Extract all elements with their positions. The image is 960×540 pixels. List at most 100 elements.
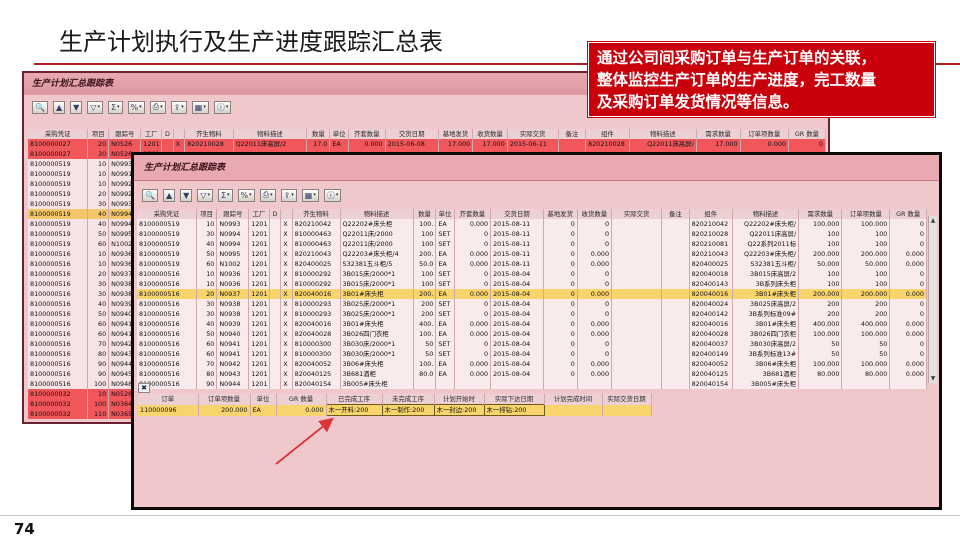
column-header[interactable]: 需求数量 <box>798 209 843 219</box>
table-row[interactable]: 110000096 200.000 EA 0.000 木一开料:200 木一制作:200 木… <box>138 404 652 416</box>
table-row[interactable]: 8100000519 60 N1002 1201 X 820400025 S32381五斗柜… <box>137 259 927 269</box>
column-header[interactable]: 收货数量 <box>472 129 508 139</box>
table-cell <box>661 379 690 389</box>
scroll-up-icon[interactable]: ▲ <box>929 216 937 225</box>
column-header[interactable] <box>173 129 186 139</box>
info-button[interactable]: ⓘ ▾ <box>323 188 342 202</box>
table-row[interactable]: 8100000516 60 N0941 1201 X 810000300 3B030床/20… <box>137 339 927 349</box>
column-header[interactable]: 芥套数量 <box>454 209 492 219</box>
column-header[interactable]: 项目 <box>87 129 110 139</box>
column-header[interactable]: 计划开始时 <box>434 394 485 405</box>
column-header[interactable]: D <box>161 129 174 139</box>
column-header[interactable]: 已完成工序 <box>326 394 383 405</box>
column-header[interactable]: 单位 <box>250 394 277 405</box>
column-header[interactable]: 备注 <box>661 209 690 219</box>
column-header[interactable]: 物料描述 <box>629 129 697 139</box>
column-header[interactable]: 数量 <box>413 209 437 219</box>
print-button[interactable]: ⎙ ▾ <box>149 100 166 114</box>
print-button[interactable]: ⎙ ▾ <box>259 188 276 202</box>
triangle-down-button[interactable]: ▼ <box>70 100 83 114</box>
table-row[interactable]: 8100000516 70 N0942 1201 X 820040052 3B06#床头柜 1… <box>137 359 927 369</box>
table-row[interactable]: 8100000516 50 N0940 1201 X 820040028 3B026四门衣柜… <box>137 329 927 339</box>
column-header[interactable]: 项目 <box>196 209 218 219</box>
table-row[interactable]: 8100000516 10 N0936 1201 X 810000292 3B015床/20… <box>137 269 927 279</box>
column-header[interactable]: 工厂 <box>248 209 270 219</box>
column-header[interactable]: 芥生物料 <box>184 129 234 139</box>
layout-button[interactable]: ▦ ▾ <box>191 100 209 114</box>
column-header[interactable]: 采购凭证 <box>137 209 197 219</box>
column-header[interactable]: 实际交货 <box>611 209 663 219</box>
column-header[interactable] <box>280 209 293 219</box>
filter-button[interactable]: ▽ ▾ <box>87 100 103 114</box>
column-header[interactable]: 收货数量 <box>577 209 613 219</box>
table-row[interactable]: 8100000516 40 N0939 1201 X 820040016 3B01#床头柜 4… <box>137 319 927 329</box>
table-row[interactable]: 8100000516 30 N0938 1201 X 810000293 3B025床/20… <box>137 309 927 319</box>
column-header[interactable]: 工厂 <box>140 129 163 139</box>
table-row[interactable]: 8100000519 40 N0994 1201 X 810000463 Q22011床/2… <box>137 239 927 249</box>
column-header[interactable]: 需求数量 <box>696 129 741 139</box>
subtotal-button[interactable]: % ▾ <box>127 100 145 114</box>
close-detail-icon[interactable]: ✖ <box>138 383 150 393</box>
column-header[interactable]: 交货日期 <box>490 209 544 219</box>
table-row[interactable]: 8100000516 80 N0943 1201 X 820040125 3B681酒柜 80… <box>137 369 927 379</box>
column-header[interactable]: 芥套数量 <box>348 129 386 139</box>
column-header[interactable]: 未完成工序 <box>382 394 435 405</box>
column-header[interactable]: 组件 <box>585 129 630 139</box>
layout-button[interactable]: ▦ ▾ <box>301 188 319 202</box>
column-header[interactable]: 订单项数量 <box>198 394 251 405</box>
table-row[interactable]: 8100000027 20 N0526 1201 X 820210028 Q22011床高屏… <box>28 139 827 149</box>
column-header[interactable]: 订单 <box>138 394 199 405</box>
sum-button[interactable]: Σ ▾ <box>217 188 233 202</box>
table-row[interactable]: 8100000519 30 N0994 1201 X 810000463 Q22011床/2… <box>137 229 927 239</box>
column-header[interactable]: 物料描述 <box>233 129 308 139</box>
table-row[interactable]: 8100000516 10 N0936 1201 X 810000292 3B015床/20… <box>137 279 927 289</box>
column-header[interactable]: 跟踪号 <box>216 209 250 219</box>
table-cell: 820400142 <box>689 309 733 319</box>
column-header[interactable]: 交货日期 <box>385 129 439 139</box>
column-header[interactable]: 备注 <box>558 129 587 139</box>
vertical-scrollbar[interactable]: ▲ ▼ <box>928 216 937 383</box>
table-row[interactable]: 8100000516 90 N0944 1201 X 820040154 3B005#床头柜… <box>137 379 927 389</box>
column-header[interactable]: 订单项数量 <box>841 209 891 219</box>
column-header[interactable]: 基地发货 <box>543 209 578 219</box>
column-header[interactable]: D <box>269 209 282 219</box>
column-header[interactable]: 实际交货日期 <box>602 394 652 405</box>
export-button[interactable]: ⇪ ▾ <box>280 188 297 202</box>
column-header[interactable]: 订单项数量 <box>740 129 789 139</box>
column-header[interactable]: 单位 <box>329 129 349 139</box>
column-header[interactable]: 芥生物料 <box>292 209 341 219</box>
search-button[interactable]: 🔍 <box>142 188 158 202</box>
export-button[interactable]: ⇪ ▾ <box>170 100 187 114</box>
triangle-up-button[interactable]: ▲ <box>162 188 176 202</box>
column-header[interactable]: 跟踪号 <box>108 129 142 139</box>
table-cell: 80 <box>87 349 110 359</box>
column-header[interactable]: 物料描述 <box>732 209 800 219</box>
column-header[interactable]: 实际交货 <box>507 129 559 139</box>
column-header[interactable]: GR 数量 <box>788 129 827 139</box>
info-button[interactable]: ⓘ ▾ <box>213 100 232 114</box>
search-button[interactable]: 🔍 <box>32 100 48 114</box>
scroll-down-icon[interactable]: ▼ <box>929 374 937 383</box>
table-row[interactable]: 8100000516 30 N0938 1201 X 810000293 3B025床/20… <box>137 299 927 309</box>
table-row[interactable]: 8100000516 20 N0937 1201 X 820040016 3B01#床头柜 2… <box>137 289 927 299</box>
column-header[interactable]: 计划完成时间 <box>544 394 603 405</box>
table-cell: 1201 <box>248 299 270 309</box>
triangle-up-button[interactable]: ▲ <box>52 100 66 114</box>
triangle-down-button[interactable]: ▼ <box>180 188 193 202</box>
column-header[interactable]: GR 数量 <box>276 394 327 405</box>
column-header[interactable]: 组件 <box>689 209 733 219</box>
column-header[interactable]: 采购凭证 <box>28 129 89 139</box>
column-header[interactable]: 实际下达日期 <box>484 394 545 405</box>
table-row[interactable]: 8100000519 50 N0995 1201 X 820210043 Q22203#床头… <box>137 249 927 259</box>
column-header[interactable]: GR 数量 <box>889 209 927 219</box>
sum-button[interactable]: Σ ▾ <box>107 100 123 114</box>
column-header[interactable]: 基地发货 <box>438 129 474 139</box>
subtotal-button[interactable]: % ▾ <box>237 188 255 202</box>
column-header[interactable]: 物料描述 <box>340 209 414 219</box>
column-header[interactable]: 数量 <box>306 129 331 139</box>
table-row[interactable]: 8100000519 10 N0993 1201 X 820210042 Q22202#床头… <box>137 219 927 229</box>
column-header[interactable]: 单位 <box>435 209 455 219</box>
table-row[interactable]: 8100000516 60 N0941 1201 X 810000300 3B030床/20… <box>137 349 927 359</box>
filter-button[interactable]: ▽ ▾ <box>197 188 213 202</box>
table-cell: 0 <box>577 229 613 239</box>
